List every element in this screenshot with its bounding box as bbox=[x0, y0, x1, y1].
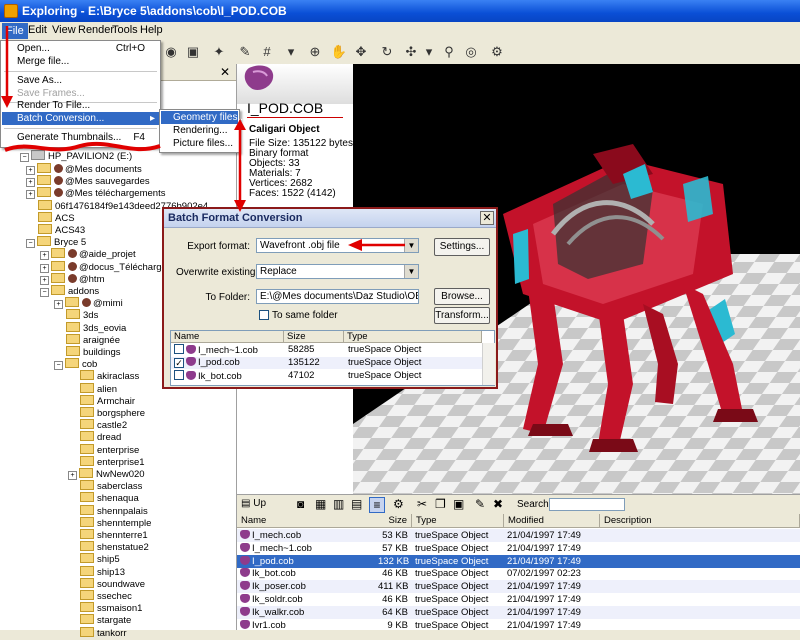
annotation-overlay bbox=[1, 26, 405, 251]
annotation-scribble bbox=[4, 141, 161, 152]
annotation-arrow-head bbox=[1, 96, 13, 108]
annotation-arrow-head bbox=[234, 119, 246, 130]
annotation-arrow-head bbox=[348, 239, 362, 251]
annotation-arrow-head bbox=[234, 200, 246, 212]
